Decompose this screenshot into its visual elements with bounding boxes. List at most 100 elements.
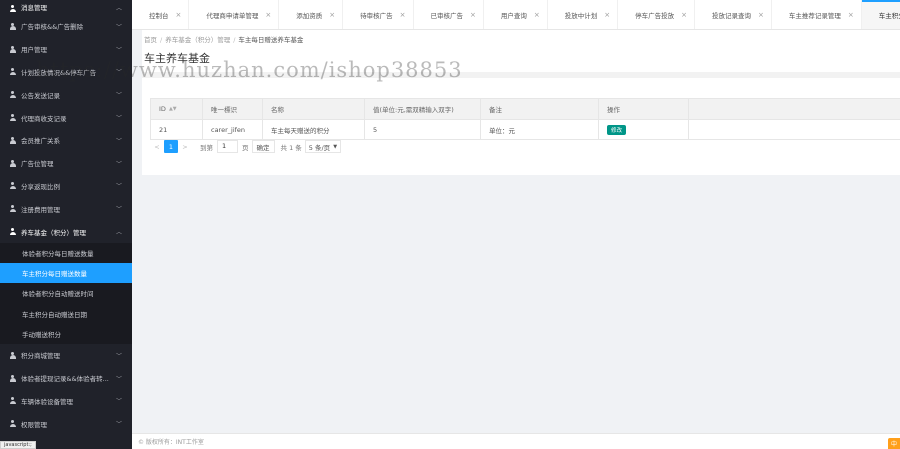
corner-badge[interactable]: 中 bbox=[888, 438, 900, 449]
close-icon[interactable]: × bbox=[534, 11, 540, 19]
close-icon[interactable]: × bbox=[400, 11, 406, 19]
content-card: 首页 / 养车基金（积分）管理 / 车主每日赠送养车基金 车主养车基金 ID ▲▼ 唯一標… bbox=[142, 30, 900, 175]
chevron-down-icon: ▼ bbox=[333, 143, 338, 150]
sidebar-item-label: 消息管理 bbox=[21, 4, 47, 12]
tab[interactable]: 投放记录查询 × bbox=[695, 0, 772, 29]
chevron-down-icon: ﹀ bbox=[115, 69, 122, 77]
tab[interactable]: 添加资质 × bbox=[279, 0, 344, 29]
chevron-up-icon: ︿ bbox=[115, 5, 122, 12]
tab[interactable]: 投放中计划 × bbox=[548, 0, 619, 29]
tab-label: 控制台 bbox=[149, 12, 169, 20]
column-header-filler bbox=[688, 98, 900, 120]
sidebar-item[interactable]: 计划投放情况&&停车广告 ﹀ bbox=[0, 61, 132, 84]
tab[interactable]: 车主推荐记录管理 × bbox=[772, 0, 862, 29]
user-icon bbox=[9, 68, 16, 76]
toolbar-strip bbox=[142, 72, 900, 78]
tab[interactable]: 车主积分每日赠送数量× bbox=[861, 0, 900, 29]
tab-label: 停车广告投放 bbox=[635, 12, 675, 20]
tab-label: 车主积分每日赠送数量 bbox=[878, 12, 900, 20]
footer-copyright: © 版权所有：INT工作室 bbox=[132, 433, 900, 449]
chevron-down-icon: ﹀ bbox=[115, 23, 122, 31]
sidebar-subitem[interactable]: 体验者积分每日赠送数量 bbox=[0, 243, 132, 263]
sidebar-item-label: 注册费用管理 bbox=[21, 205, 60, 214]
next-page-button[interactable]: > bbox=[178, 140, 192, 153]
edit-button[interactable]: 修改 bbox=[607, 124, 627, 135]
user-icon bbox=[9, 182, 16, 190]
cell-action: 修改 bbox=[598, 119, 689, 140]
tab-label: 代理商申请单管理 bbox=[206, 12, 259, 20]
sidebar-item[interactable]: 消息管理 ︿ bbox=[0, 0, 132, 15]
sidebar-item[interactable]: 用户管理 ﹀ bbox=[0, 38, 132, 61]
breadcrumb-home[interactable]: 首页 bbox=[144, 36, 157, 44]
tab[interactable]: 停车广告投放 × bbox=[618, 0, 695, 29]
chevron-down-icon: ﹀ bbox=[115, 46, 122, 54]
data-table: ID ▲▼ 唯一標识 名称 值(单位:元,需双精输入双字) 备注 操作 21 ca… bbox=[150, 98, 900, 140]
user-icon bbox=[9, 136, 16, 144]
tab-label: 投放记录查询 bbox=[712, 12, 751, 20]
sidebar-item[interactable]: 积分商城管理 ﹀ bbox=[0, 344, 132, 367]
close-icon[interactable]: × bbox=[758, 11, 764, 19]
sidebar-item[interactable]: 公告发送记录 ﹀ bbox=[0, 83, 132, 106]
sidebar-item[interactable]: 广告审核&&广告删除 ﹀ bbox=[0, 15, 132, 38]
total-count: 共 1 条 bbox=[280, 143, 302, 152]
cell-key: carer_jifen bbox=[202, 119, 263, 140]
goto-confirm-button[interactable]: 确定 bbox=[251, 140, 275, 153]
close-icon[interactable]: × bbox=[470, 11, 476, 19]
sidebar-item[interactable]: 养车基金（积分）管理 ︿ bbox=[0, 220, 132, 243]
close-icon[interactable]: × bbox=[176, 11, 182, 19]
sidebar-item[interactable]: 分享返现比例 ﹀ bbox=[0, 175, 132, 198]
tab-label: 用户查询 bbox=[500, 12, 527, 20]
sidebar-item[interactable]: 体验者提现记录&&体验者转... ﹀ bbox=[0, 367, 132, 390]
sidebar-item[interactable]: 车辆体验设备管理 ﹀ bbox=[0, 390, 132, 413]
sidebar-item[interactable]: 注册费用管理 ﹀ bbox=[0, 197, 132, 220]
prev-page-button[interactable]: < bbox=[150, 140, 164, 153]
breadcrumb-current: 车主每日赠送养车基金 bbox=[238, 36, 304, 44]
tab-label: 已审核广告 bbox=[430, 12, 464, 20]
main-content: 首页 / 养车基金（积分）管理 / 车主每日赠送养车基金 车主养车基金 ID ▲▼ 唯一標… bbox=[132, 30, 900, 433]
sidebar-item-label: 计划投放情况&&停车广告 bbox=[21, 68, 97, 77]
close-icon[interactable]: × bbox=[848, 11, 854, 19]
user-icon bbox=[9, 91, 16, 99]
user-icon bbox=[9, 45, 16, 53]
sidebar-submenu: 体验者积分每日赠送数量 车主积分每日赠送数量 体验者积分自动赠送时间 车主积分自动赠送… bbox=[0, 242, 132, 344]
column-header-remark: 备注 bbox=[480, 98, 599, 120]
sidebar-subitem[interactable]: 体验者积分自动赠送时间 bbox=[0, 283, 132, 303]
column-header-value: 值(单位:元,需双精输入双字) bbox=[364, 98, 481, 120]
page-number-current[interactable]: 1 bbox=[164, 140, 178, 153]
goto-page-input[interactable]: 1 bbox=[217, 140, 238, 153]
sidebar-item-label: 体验者提现记录&&体验者转... bbox=[21, 375, 109, 384]
tab[interactable]: 控制台 × bbox=[132, 0, 190, 29]
tab[interactable]: 代理商申请单管理 × bbox=[189, 0, 280, 29]
tab[interactable]: 待审核广告 × bbox=[343, 0, 414, 29]
user-icon bbox=[9, 114, 16, 122]
column-header-id[interactable]: ID ▲▼ bbox=[150, 98, 203, 120]
tab[interactable]: 已审核广告 × bbox=[414, 0, 484, 29]
close-icon[interactable]: × bbox=[681, 11, 687, 19]
sidebar-item[interactable]: 代理商收支记录 ﹀ bbox=[0, 106, 132, 129]
sidebar-subitem[interactable]: 车主积分每日赠送数量 bbox=[0, 263, 132, 284]
sidebar-item[interactable]: 广告位管理 ﹀ bbox=[0, 152, 132, 175]
sidebar-item[interactable]: 会员推广关系 ﹀ bbox=[0, 129, 132, 152]
sidebar-item-label: 代理商收支记录 bbox=[21, 114, 67, 123]
user-icon bbox=[9, 5, 16, 12]
page-size-value: 5 条/页 bbox=[308, 143, 331, 152]
column-header-action: 操作 bbox=[598, 98, 689, 120]
cell-id: 21 bbox=[150, 119, 203, 140]
chevron-down-icon: ﹀ bbox=[115, 398, 122, 406]
tab[interactable]: 用户查询 × bbox=[484, 0, 548, 29]
sidebar-item-label: 分享返现比例 bbox=[21, 182, 60, 191]
close-icon[interactable]: × bbox=[329, 11, 335, 19]
pagination: < 1 > 到第 1 页 确定 共 1 条 5 条/页 ▼ bbox=[150, 140, 342, 153]
sidebar-item[interactable]: 权限管理 ﹀ bbox=[0, 412, 132, 435]
sidebar-item-label: 积分商城管理 bbox=[21, 352, 60, 361]
sidebar-subitem[interactable]: 手动赠送积分 bbox=[0, 324, 132, 344]
close-icon[interactable]: × bbox=[265, 11, 271, 19]
sidebar-subitem[interactable]: 车主积分自动赠送日期 bbox=[0, 304, 132, 324]
page-size-select[interactable]: 5 条/页 ▼ bbox=[304, 140, 342, 153]
close-icon[interactable]: × bbox=[604, 11, 610, 19]
cell-value: 5 bbox=[364, 119, 481, 140]
breadcrumb-section[interactable]: 养车基金（积分）管理 bbox=[165, 36, 230, 44]
sort-icon[interactable]: ▲▼ bbox=[169, 106, 177, 112]
user-icon bbox=[9, 420, 16, 428]
sidebar-item-label: 广告审核&&广告删除 bbox=[21, 23, 84, 32]
